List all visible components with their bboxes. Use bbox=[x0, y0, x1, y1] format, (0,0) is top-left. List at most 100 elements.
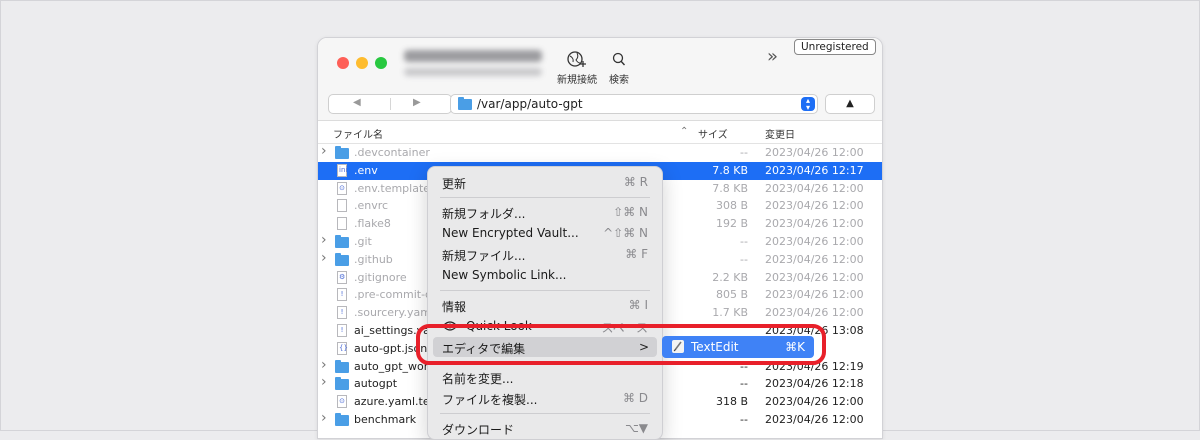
file-name: benchmark bbox=[354, 412, 417, 426]
file-date: 2023/04/26 12:00 bbox=[765, 146, 864, 159]
file-date: 2023/04/26 12:00 bbox=[765, 234, 864, 248]
menu-item-label: 情報 bbox=[442, 300, 467, 314]
file-size: 192 B bbox=[715, 217, 748, 231]
config-file-icon: ini bbox=[335, 163, 349, 177]
menu-item[interactable]: 名前を変更... bbox=[428, 367, 662, 387]
unregistered-badge[interactable]: Unregistered bbox=[794, 39, 876, 55]
file-name: .flake8 bbox=[354, 217, 391, 231]
file-date: 2023/04/26 12:00 bbox=[765, 199, 864, 213]
folder-icon bbox=[335, 234, 349, 248]
file-size: -- bbox=[740, 412, 748, 426]
file-size: 318 B bbox=[715, 395, 748, 409]
file-name: .pre-commit-c bbox=[354, 288, 432, 302]
disclosure-chevron-icon[interactable]: › bbox=[321, 357, 327, 373]
file-date: 2023/04/26 12:00 bbox=[765, 217, 864, 231]
menu-item[interactable]: ダウンロード ⌥▼ bbox=[428, 418, 662, 438]
file-date: 2023/04/26 12:00 bbox=[765, 306, 864, 320]
file-date: 2023/04/26 12:00 bbox=[765, 412, 864, 426]
blurred-server-subtitle bbox=[404, 68, 542, 76]
disclosure-chevron-icon[interactable]: › bbox=[321, 410, 327, 426]
column-modified-header[interactable]: 変更日 bbox=[765, 126, 795, 141]
file-row[interactable]: › .devcontainer -- 2023/04/26 12:00 bbox=[318, 143, 882, 162]
yaml-file-icon: ! bbox=[335, 323, 349, 337]
column-size-header[interactable]: サイズ bbox=[698, 126, 728, 141]
file-name: .env.template bbox=[354, 181, 431, 195]
menu-item[interactable]: New Symbolic Link... bbox=[428, 265, 662, 285]
gear-file-icon: ⚙ bbox=[335, 270, 349, 284]
file-date: 2023/04/26 12:17 bbox=[765, 163, 864, 177]
menu-item-shortcut: ⌘ F bbox=[625, 247, 648, 261]
folder-icon bbox=[458, 97, 472, 110]
file-name: .gitignore bbox=[354, 270, 407, 284]
file-size: 2.2 KB bbox=[712, 270, 748, 284]
folder-icon bbox=[335, 377, 349, 391]
back-forward-control: ◀ ▶ bbox=[328, 94, 452, 114]
menu-separator bbox=[440, 413, 650, 414]
folder-icon bbox=[335, 412, 349, 426]
file-size: 805 B bbox=[715, 288, 748, 302]
file-name: .envrc bbox=[354, 199, 389, 213]
menu-item-label: ダウンロード bbox=[442, 423, 515, 437]
column-header: ファイル名 ⌃ サイズ 変更日 bbox=[318, 121, 882, 144]
close-window-button[interactable] bbox=[337, 57, 349, 69]
file-size: -- bbox=[740, 377, 748, 391]
file-name: .sourcery.yam bbox=[354, 306, 431, 320]
menu-item[interactable]: 新規ファイル... ⌘ F bbox=[428, 244, 662, 264]
parent-folder-button[interactable]: ▲ bbox=[825, 94, 875, 114]
blurred-server-name bbox=[404, 50, 542, 62]
menu-item-label: 新規フォルダ... bbox=[442, 207, 526, 221]
file-date: 2023/04/26 12:18 bbox=[765, 377, 864, 391]
file-date: 2023/04/26 12:00 bbox=[765, 252, 864, 266]
file-date: 2023/04/26 12:00 bbox=[765, 395, 864, 409]
new-connection-button[interactable]: 新規接続 bbox=[552, 50, 602, 86]
search-icon bbox=[612, 52, 626, 66]
menu-item[interactable]: 新規フォルダ... ⇧⌘ N bbox=[428, 202, 662, 222]
folder-icon bbox=[335, 146, 349, 159]
menu-item-label: New Encrypted Vault... bbox=[442, 226, 579, 240]
file-name: .github bbox=[354, 252, 393, 266]
menu-item[interactable]: ファイルを複製... ⌘ D bbox=[428, 388, 662, 408]
document-icon bbox=[335, 217, 349, 231]
menu-item-shortcut: ⌘ I bbox=[628, 298, 648, 312]
globe-plus-icon bbox=[567, 51, 586, 67]
menu-item-shortcut: ⌘ R bbox=[623, 175, 648, 189]
disclosure-chevron-icon[interactable]: › bbox=[321, 232, 327, 248]
path-stepper-icon: ▴ ▾ bbox=[801, 97, 815, 112]
path-selector[interactable]: /var/app/auto-gpt ▴ ▾ bbox=[450, 94, 818, 114]
json-file-icon: {} bbox=[335, 341, 349, 355]
menu-separator bbox=[440, 197, 650, 198]
document-icon bbox=[335, 199, 349, 213]
file-size: -- bbox=[740, 234, 748, 248]
file-date: 2023/04/26 12:00 bbox=[765, 181, 864, 195]
search-button[interactable]: 検索 bbox=[606, 50, 632, 86]
file-size: -- bbox=[740, 146, 748, 159]
menu-item[interactable]: 情報 ⌘ I bbox=[428, 295, 662, 315]
yaml-file-icon: ! bbox=[335, 306, 349, 320]
disclosure-chevron-icon[interactable]: › bbox=[321, 374, 327, 390]
column-name-header[interactable]: ファイル名 bbox=[333, 126, 383, 141]
menu-separator bbox=[440, 290, 650, 291]
menu-item[interactable]: 更新 ⌘ R bbox=[428, 172, 662, 192]
folder-icon bbox=[335, 252, 349, 266]
document-icon: ⊙ bbox=[335, 395, 349, 409]
menu-item-shortcut: ⌥▼ bbox=[624, 421, 648, 435]
title-bar: 新規接続 検索 » Unregistered bbox=[318, 38, 882, 92]
forward-button[interactable]: ▶ bbox=[413, 97, 421, 108]
disclosure-chevron-icon[interactable]: › bbox=[321, 250, 327, 266]
toolbar-overflow-icon[interactable]: » bbox=[767, 46, 778, 67]
file-size: 7.8 KB bbox=[712, 181, 748, 195]
file-name: .env bbox=[354, 163, 378, 177]
menu-item-shortcut: ⇧⌘ N bbox=[613, 205, 648, 219]
zoom-window-button[interactable] bbox=[375, 57, 387, 69]
sort-ascending-icon: ⌃ bbox=[680, 126, 689, 137]
menu-item-label: New Symbolic Link... bbox=[442, 268, 567, 282]
minimize-window-button[interactable] bbox=[356, 57, 368, 69]
file-date: 2023/04/26 12:00 bbox=[765, 270, 864, 284]
file-date: 2023/04/26 12:00 bbox=[765, 288, 864, 302]
yaml-file-icon: ! bbox=[335, 288, 349, 302]
menu-item-label: 新規ファイル... bbox=[442, 249, 526, 263]
menu-item-label: 名前を変更... bbox=[442, 372, 514, 386]
disclosure-chevron-icon[interactable]: › bbox=[321, 143, 327, 159]
back-button[interactable]: ◀ bbox=[353, 97, 361, 108]
menu-item[interactable]: New Encrypted Vault... ^⇧⌘ N bbox=[428, 223, 662, 243]
